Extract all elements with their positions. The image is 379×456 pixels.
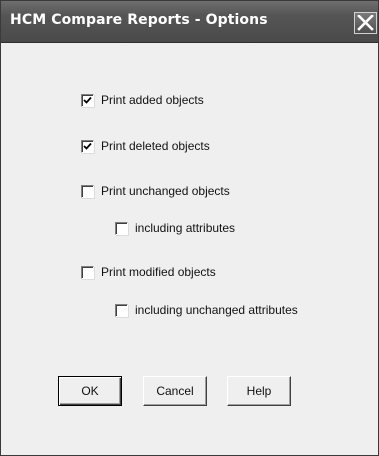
close-icon (357, 15, 374, 31)
print-deleted-objects-label: Print deleted objects (101, 139, 210, 153)
including-unchanged-attributes-checkbox[interactable] (115, 304, 128, 317)
including-unchanged-attributes-label: including unchanged attributes (135, 303, 298, 317)
close-button[interactable] (354, 12, 377, 34)
window-title: HCM Compare Reports - Options (10, 12, 268, 28)
print-modified-objects-label: Print modified objects (101, 265, 216, 279)
checkmark-icon (83, 142, 92, 150)
including-attributes-label: including attributes (135, 221, 236, 235)
help-button[interactable]: Help (227, 376, 291, 406)
print-modified-objects-checkbox[interactable] (81, 266, 94, 279)
print-added-objects-label: Print added objects (101, 93, 204, 107)
print-unchanged-objects-label: Print unchanged objects (101, 184, 230, 198)
options-dialog: HCM Compare Reports - Options Print adde… (0, 0, 379, 456)
checkmark-icon (83, 96, 92, 104)
ok-button[interactable]: OK (58, 376, 122, 406)
print-added-objects-checkbox[interactable] (81, 94, 94, 107)
print-deleted-objects-checkbox[interactable] (81, 140, 94, 153)
title-bar[interactable]: HCM Compare Reports - Options (1, 1, 378, 43)
including-attributes-checkbox[interactable] (115, 222, 128, 235)
cancel-button[interactable]: Cancel (143, 376, 207, 406)
dialog-body: Print added objects Print deleted object… (1, 43, 378, 455)
print-unchanged-objects-checkbox[interactable] (81, 185, 94, 198)
